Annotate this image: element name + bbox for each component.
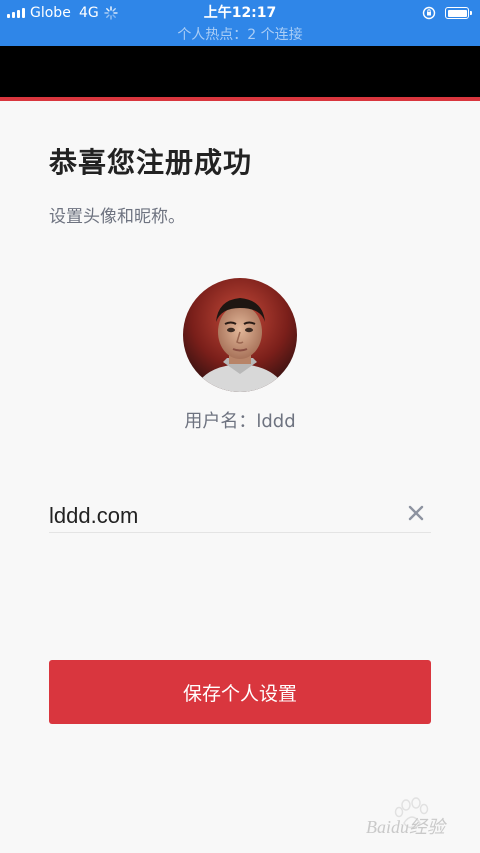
watermark-text: Baidu经验: [366, 817, 445, 837]
rotation-lock-icon: [422, 6, 436, 20]
header-band: [0, 46, 480, 97]
avatar[interactable]: [183, 278, 297, 392]
status-bar: Globe 4G 上午12:17 个人热点：2 个连接: [0, 0, 480, 46]
page-subtitle: 设置头像和昵称。: [49, 207, 185, 227]
page-title: 恭喜您注册成功: [49, 146, 253, 179]
status-row: Globe 4G 上午12:17: [0, 3, 480, 23]
avatar-photo-icon: [183, 278, 297, 392]
clock-time: 上午12:17: [203, 5, 277, 21]
username-label: 用户名：: [184, 411, 257, 432]
clear-input-button[interactable]: [404, 501, 428, 525]
save-settings-button[interactable]: 保存个人设置: [49, 660, 431, 724]
hotspot-banner[interactable]: 个人热点：2 个连接: [0, 24, 480, 44]
battery-icon: [445, 7, 472, 19]
username-value: lddd: [256, 411, 296, 432]
username-display: 用户名：lddd: [0, 407, 480, 433]
registration-success-panel: 恭喜您注册成功 设置头像和昵称。 用户名：lddd lddd.com 保存个人设…: [0, 101, 480, 853]
nickname-input[interactable]: [49, 499, 431, 533]
close-icon: [408, 505, 424, 521]
